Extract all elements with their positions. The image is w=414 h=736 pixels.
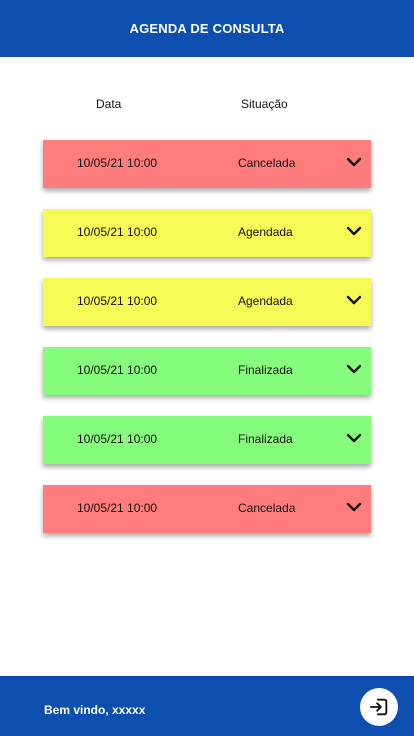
appointment-date: 10/05/21 10:00 [77, 501, 158, 515]
chevron-down-icon[interactable] [346, 225, 362, 237]
page-title: AGENDA DE CONSULTA [129, 20, 285, 36]
appointment-row[interactable]: 10/05/21 10:00 Finalizada [43, 347, 371, 395]
appointment-row[interactable]: 10/05/21 10:00 Cancelada [43, 140, 371, 188]
top-app-bar: AGENDA DE CONSULTA [0, 0, 414, 57]
welcome-text: Bem vindo, xxxxx [44, 703, 146, 717]
appointment-status: Cancelada [238, 501, 296, 515]
appointment-row[interactable]: 10/05/21 10:00 Agendada [43, 278, 371, 326]
appointment-status: Finalizada [238, 363, 293, 377]
appointment-status: Agendada [238, 225, 293, 239]
appointment-date: 10/05/21 10:00 [77, 156, 158, 170]
appointment-row[interactable]: 10/05/21 10:00 Finalizada [43, 416, 371, 464]
column-header-status: Situação [241, 97, 288, 111]
logout-button[interactable] [360, 688, 398, 726]
appointment-status: Cancelada [238, 156, 296, 170]
column-header-date: Data [96, 97, 122, 111]
appointment-date: 10/05/21 10:00 [77, 294, 158, 308]
appointment-date: 10/05/21 10:00 [77, 225, 158, 239]
logout-icon [369, 698, 388, 716]
appointment-row[interactable]: 10/05/21 10:00 Cancelada [43, 485, 371, 533]
chevron-down-icon[interactable] [346, 432, 362, 444]
bottom-bar: Bem vindo, xxxxx [0, 676, 414, 736]
chevron-down-icon[interactable] [346, 294, 362, 306]
appointment-status: Finalizada [238, 432, 293, 446]
column-headers: Data Situação [0, 97, 414, 113]
app-screen: AGENDA DE CONSULTA Data Situação 10/05/2… [0, 0, 414, 736]
chevron-down-icon[interactable] [346, 363, 362, 375]
appointment-row[interactable]: 10/05/21 10:00 Agendada [43, 209, 371, 257]
appointment-date: 10/05/21 10:00 [77, 432, 158, 446]
chevron-down-icon[interactable] [346, 156, 362, 168]
appointment-date: 10/05/21 10:00 [77, 363, 158, 377]
appointment-list: 10/05/21 10:00 Cancelada 10/05/21 10:00 … [43, 140, 371, 554]
appointment-status: Agendada [238, 294, 293, 308]
chevron-down-icon[interactable] [346, 501, 362, 513]
